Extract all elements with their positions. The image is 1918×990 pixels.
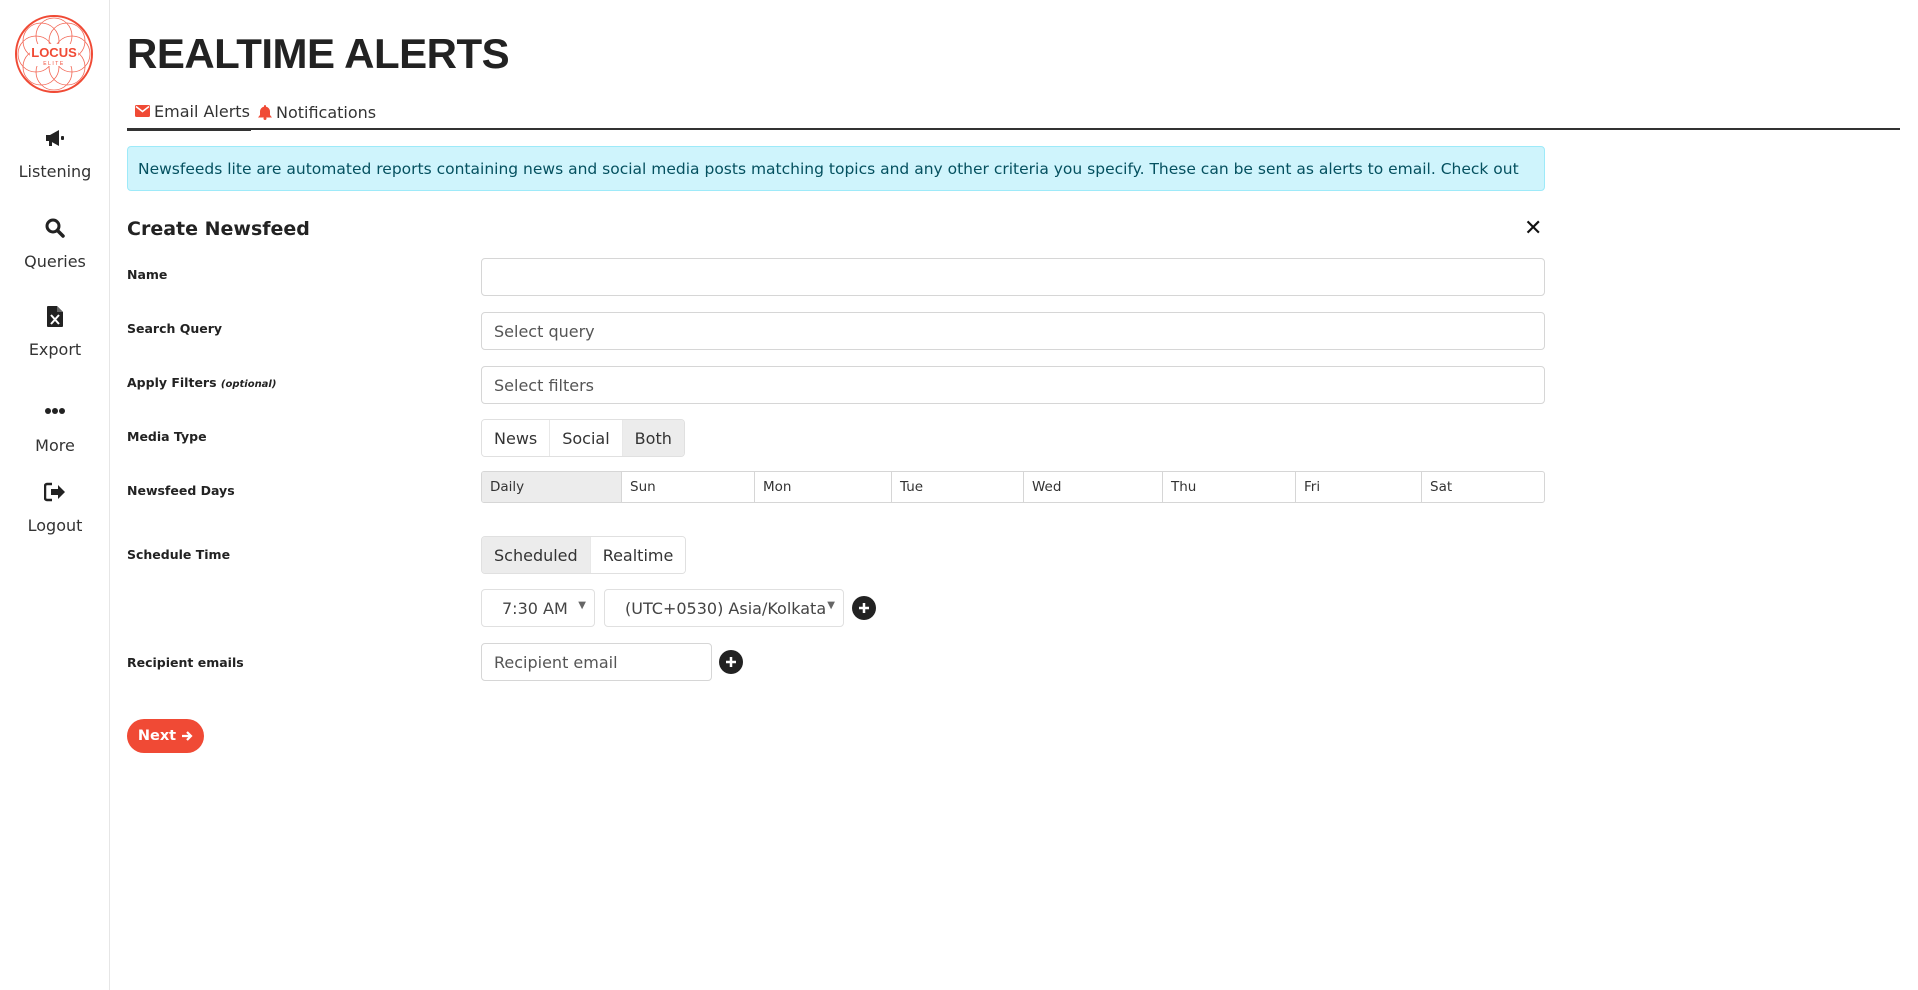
tab-email-alerts[interactable]: Email Alerts [127,94,251,131]
day-wed-button[interactable]: Wed [1024,472,1163,502]
main-content: REALTIME ALERTS Email Alerts Notificatio… [127,0,1918,990]
ellipsis-icon [0,394,110,416]
timezone-value: (UTC+0530) Asia/Kolkata [625,598,827,618]
add-recipient-button[interactable] [719,650,743,674]
day-daily-button[interactable]: Daily [482,472,622,502]
schedule-time-label: Schedule Time [127,547,231,562]
newsfeed-days-group: Daily Sun Mon Tue Wed Thu Fri Sat [481,471,1545,503]
schedule-realtime-button[interactable]: Realtime [590,537,686,573]
schedule-type-group: Scheduled Realtime [481,536,687,574]
envelope-icon [135,105,150,117]
tab-label: Email Alerts [154,101,250,121]
logo-text: LOCUS [31,45,77,60]
recipient-email-input[interactable]: Recipient email [481,643,712,681]
tab-bar: Email Alerts Notifications [127,94,1900,131]
sidebar-item-label: Listening [18,162,92,181]
search-query-placeholder: Select query [494,321,595,341]
search-icon [0,218,110,240]
close-icon[interactable]: ✕ [1524,216,1542,241]
media-social-button[interactable]: Social [550,420,623,456]
add-time-button[interactable] [852,596,876,620]
filters-label: Apply Filters (optional) [127,375,276,390]
day-mon-button[interactable]: Mon [755,472,892,502]
plus-icon [726,657,736,667]
locus-logo[interactable]: LOCUS ELITE [14,14,94,94]
schedule-scheduled-button[interactable]: Scheduled [482,537,591,573]
sidebar-item-more[interactable]: More [0,394,110,455]
optional-tag: (optional) [220,379,277,390]
filters-select[interactable]: Select filters [481,366,1545,404]
recipient-email-placeholder: Recipient email [494,652,618,672]
next-button[interactable]: Next [127,719,204,753]
sidebar: LOCUS ELITE Listening Queries Export Mor… [0,0,110,990]
search-query-select[interactable]: Select query [481,312,1545,350]
logo-subtext: ELITE [43,61,64,67]
sidebar-item-logout[interactable]: Logout [0,482,110,535]
day-thu-button[interactable]: Thu [1163,472,1296,502]
media-news-button[interactable]: News [482,420,551,456]
timezone-select[interactable]: (UTC+0530) Asia/Kolkata ▼ [604,589,844,627]
sign-out-icon [0,482,110,504]
megaphone-icon [0,128,110,150]
media-type-group: News Social Both [481,419,685,457]
recipient-emails-label: Recipient emails [127,655,244,670]
name-input[interactable] [481,258,1545,296]
sidebar-item-listening[interactable]: Listening [0,128,110,181]
day-tue-button[interactable]: Tue [892,472,1024,502]
name-label: Name [127,267,168,282]
info-alert: Newsfeeds lite are automated reports con… [127,146,1545,191]
day-fri-button[interactable]: Fri [1296,472,1422,502]
newsfeed-days-label: Newsfeed Days [127,483,235,498]
day-sat-button[interactable]: Sat [1422,472,1544,502]
time-value: 7:30 AM [502,598,568,618]
sidebar-item-export[interactable]: Export [0,306,110,359]
search-query-label: Search Query [127,321,223,336]
filters-label-text: Apply Filters [127,375,217,390]
sidebar-item-label: More [35,436,75,455]
form-title: Create Newsfeed [127,218,310,240]
bell-icon [258,104,272,120]
sidebar-item-queries[interactable]: Queries [0,218,110,271]
excel-file-icon [0,306,110,328]
filters-placeholder: Select filters [494,375,594,395]
time-select[interactable]: 7:30 AM ▼ [481,589,595,627]
sidebar-item-label: Queries [24,252,86,271]
caret-down-icon: ▼ [578,600,586,611]
media-type-label: Media Type [127,429,207,444]
tab-label: Notifications [276,102,377,122]
arrow-right-icon [181,730,193,742]
sidebar-item-label: Export [28,340,82,359]
page-title: REALTIME ALERTS [127,30,510,77]
plus-icon [859,603,869,613]
next-label: Next [137,728,177,744]
sidebar-item-label: Logout [27,516,83,535]
day-sun-button[interactable]: Sun [622,472,755,502]
info-text: Newsfeeds lite are automated reports con… [138,159,1519,178]
tab-notifications[interactable]: Notifications [258,94,376,130]
caret-down-icon: ▼ [827,600,835,611]
media-both-button[interactable]: Both [622,420,684,456]
